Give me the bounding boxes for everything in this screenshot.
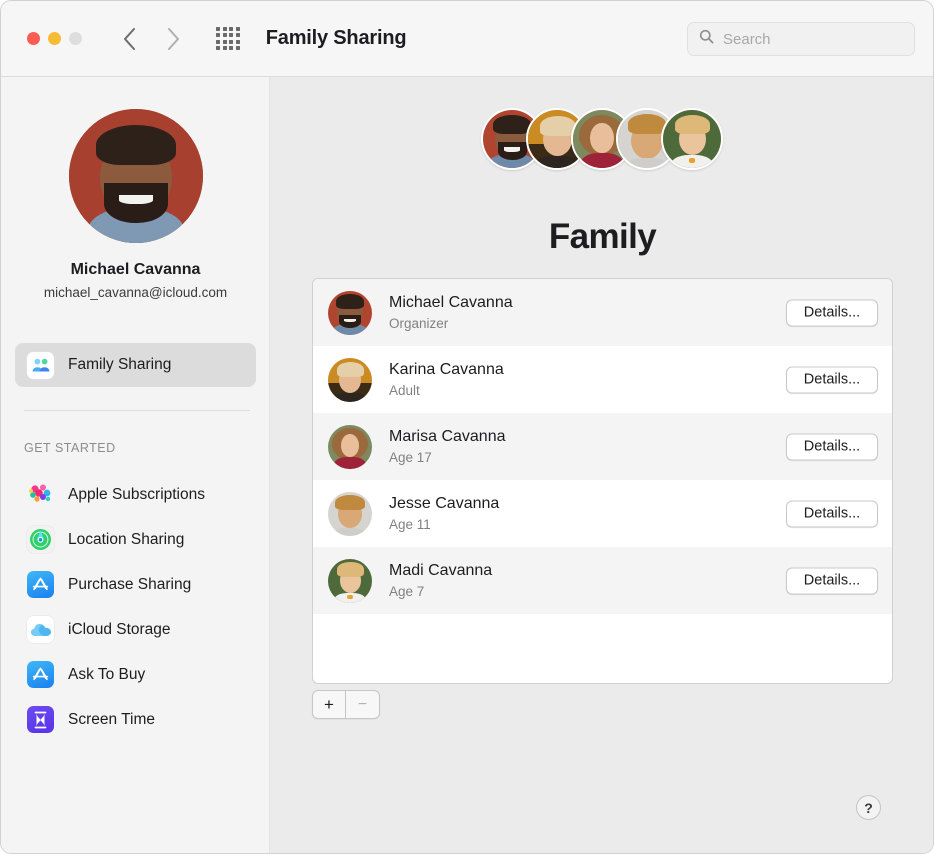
member-role: Age 17 [389,450,432,465]
member-role: Age 11 [389,517,431,532]
close-button[interactable] [27,32,40,45]
member-name: Michael Cavanna [389,294,513,311]
family-sharing-icon [27,351,54,379]
member-avatar [328,424,372,469]
member-info: Michael Cavanna Organizer [389,293,513,332]
family-heading: Family [548,217,657,256]
all-preferences-grid-icon[interactable] [216,26,240,51]
family-member-list: Michael Cavanna Organizer Details... Kar… [312,278,893,684]
member-name: Madi Cavanna [389,562,493,579]
sidebar-item-label: Purchase Sharing [68,575,192,593]
member-info: Jesse Cavanna Age 11 [389,494,499,533]
navigation-arrows [118,25,184,53]
add-remove-controls: + − [312,690,380,719]
sidebar-section-label: GET STARTED [24,441,116,455]
traffic-lights [27,32,82,45]
details-button[interactable]: Details... [786,500,878,527]
icloud-icon [27,616,54,643]
details-button[interactable]: Details... [786,366,878,393]
member-info: Madi Cavanna Age 7 [389,561,492,600]
add-member-button[interactable]: + [312,690,346,719]
member-role: Adult [389,383,420,398]
sidebar-item-label: Apple Subscriptions [68,485,205,503]
search-icon [699,29,714,49]
remove-member-button[interactable]: − [346,690,380,719]
sidebar-item-icloud-storage[interactable]: iCloud Storage [1,607,270,652]
sidebar-item-apple-subscriptions[interactable]: Apple Subscriptions [1,472,270,517]
sidebar-item-label: Location Sharing [68,530,185,548]
table-row[interactable]: Michael Cavanna Organizer Details... [313,279,892,346]
sidebar-item-label: iCloud Storage [68,620,171,638]
member-name: Karina Cavanna [389,361,504,378]
member-avatar [328,357,372,402]
member-role: Age 7 [389,584,425,599]
find-my-icon [27,526,54,553]
profile-email: michael_cavanna@icloud.com [43,285,228,300]
member-name: Jesse Cavanna [389,495,500,512]
details-button[interactable]: Details... [786,299,878,326]
sidebar-item-screen-time[interactable]: Screen Time [1,697,270,742]
table-row[interactable]: Karina Cavanna Adult Details... [313,346,892,413]
sidebar-item-label: Family Sharing [68,356,172,373]
page-title: Family Sharing [265,27,407,49]
member-avatar [328,491,372,536]
sidebar-divider [24,410,250,411]
zoom-button[interactable] [69,32,82,45]
details-button[interactable]: Details... [786,433,878,460]
sidebar-item-label: Screen Time [68,710,156,728]
main-content: Family Michael Cavanna Organizer Details… [270,77,933,853]
sidebar-item-family-sharing[interactable]: Family Sharing [15,343,256,387]
member-avatar [328,290,372,335]
cluster-avatar-madi [661,108,723,170]
search-input[interactable] [723,30,893,48]
sidebar-item-purchase-sharing[interactable]: Purchase Sharing [1,562,270,607]
profile-name: Michael Cavanna [70,261,201,278]
sidebar-item-ask-to-buy[interactable]: Ask To Buy [1,652,270,697]
help-button[interactable]: ? [856,795,881,820]
screen-time-icon [27,706,54,733]
family-sharing-window: Family Sharing Michael Cavanna [0,0,934,854]
table-row[interactable]: Jesse Cavanna Age 11 Details... [313,480,892,547]
titlebar: Family Sharing [1,1,933,77]
table-row[interactable]: Marisa Cavanna Age 17 Details... [313,413,892,480]
sidebar: Michael Cavanna michael_cavanna@icloud.c… [1,77,270,853]
family-avatar-cluster [481,108,723,174]
sidebar-item-location-sharing[interactable]: Location Sharing [1,517,270,562]
member-name: Marisa Cavanna [389,428,506,445]
member-info: Marisa Cavanna Age 17 [389,427,506,466]
table-row[interactable]: Madi Cavanna Age 7 Details... [313,547,892,614]
search-field[interactable] [687,22,915,56]
details-button[interactable]: Details... [786,567,878,594]
forward-arrow-icon[interactable] [162,25,184,53]
back-arrow-icon[interactable] [118,25,140,53]
app-store-icon [27,571,54,598]
sidebar-item-label: Ask To Buy [68,665,146,683]
apple-subscriptions-icon [27,481,54,508]
member-role: Organizer [389,316,449,331]
minimize-button[interactable] [48,32,61,45]
avatar [69,109,203,243]
sidebar-list: Apple Subscriptions Location Sharing Pur… [1,472,270,742]
member-info: Karina Cavanna Adult [389,360,504,399]
app-store-icon [27,661,54,688]
member-avatar [328,558,372,603]
